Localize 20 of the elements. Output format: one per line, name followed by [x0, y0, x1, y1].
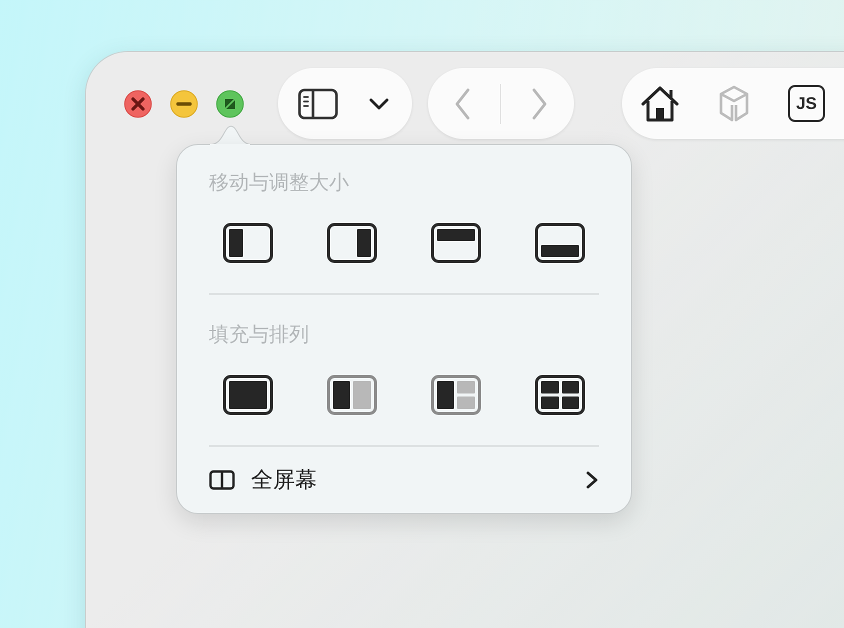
top-half-layout-icon[interactable]	[431, 223, 481, 263]
three-pane-layout-icon[interactable]	[431, 375, 481, 415]
fill-layout-icon[interactable]	[223, 375, 273, 415]
close-icon[interactable]	[124, 90, 152, 118]
section-title: 移动与调整大小	[209, 169, 350, 196]
fullscreen-icon	[209, 470, 235, 490]
right-half-layout-icon[interactable]	[327, 223, 377, 263]
left-half-layout-icon[interactable]	[223, 223, 273, 263]
section-title: 填充与排列	[209, 321, 310, 348]
zoom-icon[interactable]	[216, 90, 244, 118]
home-icon[interactable]	[640, 84, 680, 122]
minimize-icon[interactable]	[170, 90, 198, 118]
js-button[interactable]: JS	[788, 85, 825, 122]
chevron-right-icon	[585, 470, 599, 490]
sidebar-icon[interactable]	[298, 88, 338, 120]
bottom-half-layout-icon[interactable]	[535, 223, 585, 263]
fullscreen-menu-item[interactable]: 全屏幕	[251, 465, 585, 495]
chevron-down-icon[interactable]	[368, 96, 390, 110]
split-layout-icon[interactable]	[327, 375, 377, 415]
quarters-layout-icon[interactable]	[535, 375, 585, 415]
